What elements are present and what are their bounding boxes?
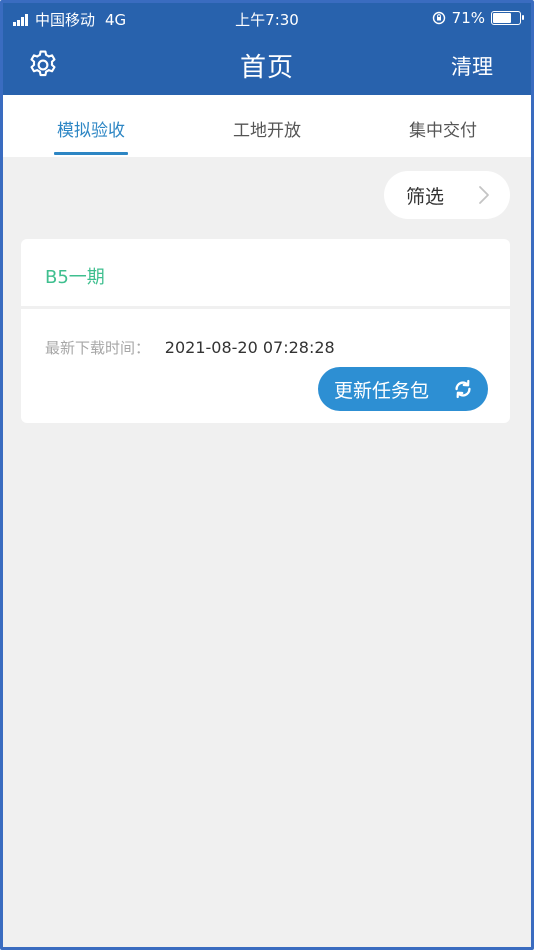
download-time-value: 2021-08-20 07:28:28 <box>164 338 335 357</box>
gear-icon <box>30 50 56 77</box>
tab-bar: 模拟验收 工地开放 集中交付 <box>3 95 531 157</box>
project-card[interactable]: B5一期 最新下载时间： 2021-08-20 07:28:28 更新任务包 <box>21 239 510 423</box>
project-name: B5一期 <box>21 239 510 309</box>
tab-label: 集中交付 <box>409 121 477 141</box>
download-time-row: 最新下载时间： 2021-08-20 07:28:28 <box>45 337 335 358</box>
tab-site-open[interactable]: 工地开放 <box>179 95 355 157</box>
status-left: 中国移动 4G <box>13 9 126 30</box>
battery-percent: 71% <box>451 9 485 27</box>
tab-label: 工地开放 <box>233 121 301 141</box>
battery-icon <box>491 11 524 25</box>
tab-centralized-delivery[interactable]: 集中交付 <box>355 95 531 157</box>
clear-button[interactable]: 清理 <box>451 51 493 81</box>
carrier-name: 中国移动 <box>35 11 96 29</box>
orientation-lock-icon <box>432 11 445 25</box>
update-task-package-button[interactable]: 更新任务包 <box>318 367 488 411</box>
tab-simulated-acceptance[interactable]: 模拟验收 <box>3 95 179 157</box>
network-type: 4G <box>105 10 127 29</box>
filter-button[interactable]: 筛选 <box>384 171 510 219</box>
status-right: 71% <box>432 9 524 27</box>
update-button-label: 更新任务包 <box>334 379 430 402</box>
download-time-label: 最新下载时间： <box>45 339 151 357</box>
chevron-right-icon <box>479 186 489 204</box>
tab-label: 模拟验收 <box>57 121 125 141</box>
app-frame: 中国移动 4G 上午7:30 71% 首页 清理 模拟验收 工地开放 集中交付 … <box>0 0 534 950</box>
status-bar: 中国移动 4G 上午7:30 71% <box>3 3 531 33</box>
filter-label: 筛选 <box>406 185 445 208</box>
signal-icon <box>13 13 29 26</box>
battery-fill <box>493 13 511 23</box>
settings-button[interactable] <box>25 47 61 83</box>
active-tab-indicator <box>54 152 128 155</box>
refresh-icon <box>455 379 471 399</box>
nav-bar: 首页 清理 <box>3 33 531 95</box>
